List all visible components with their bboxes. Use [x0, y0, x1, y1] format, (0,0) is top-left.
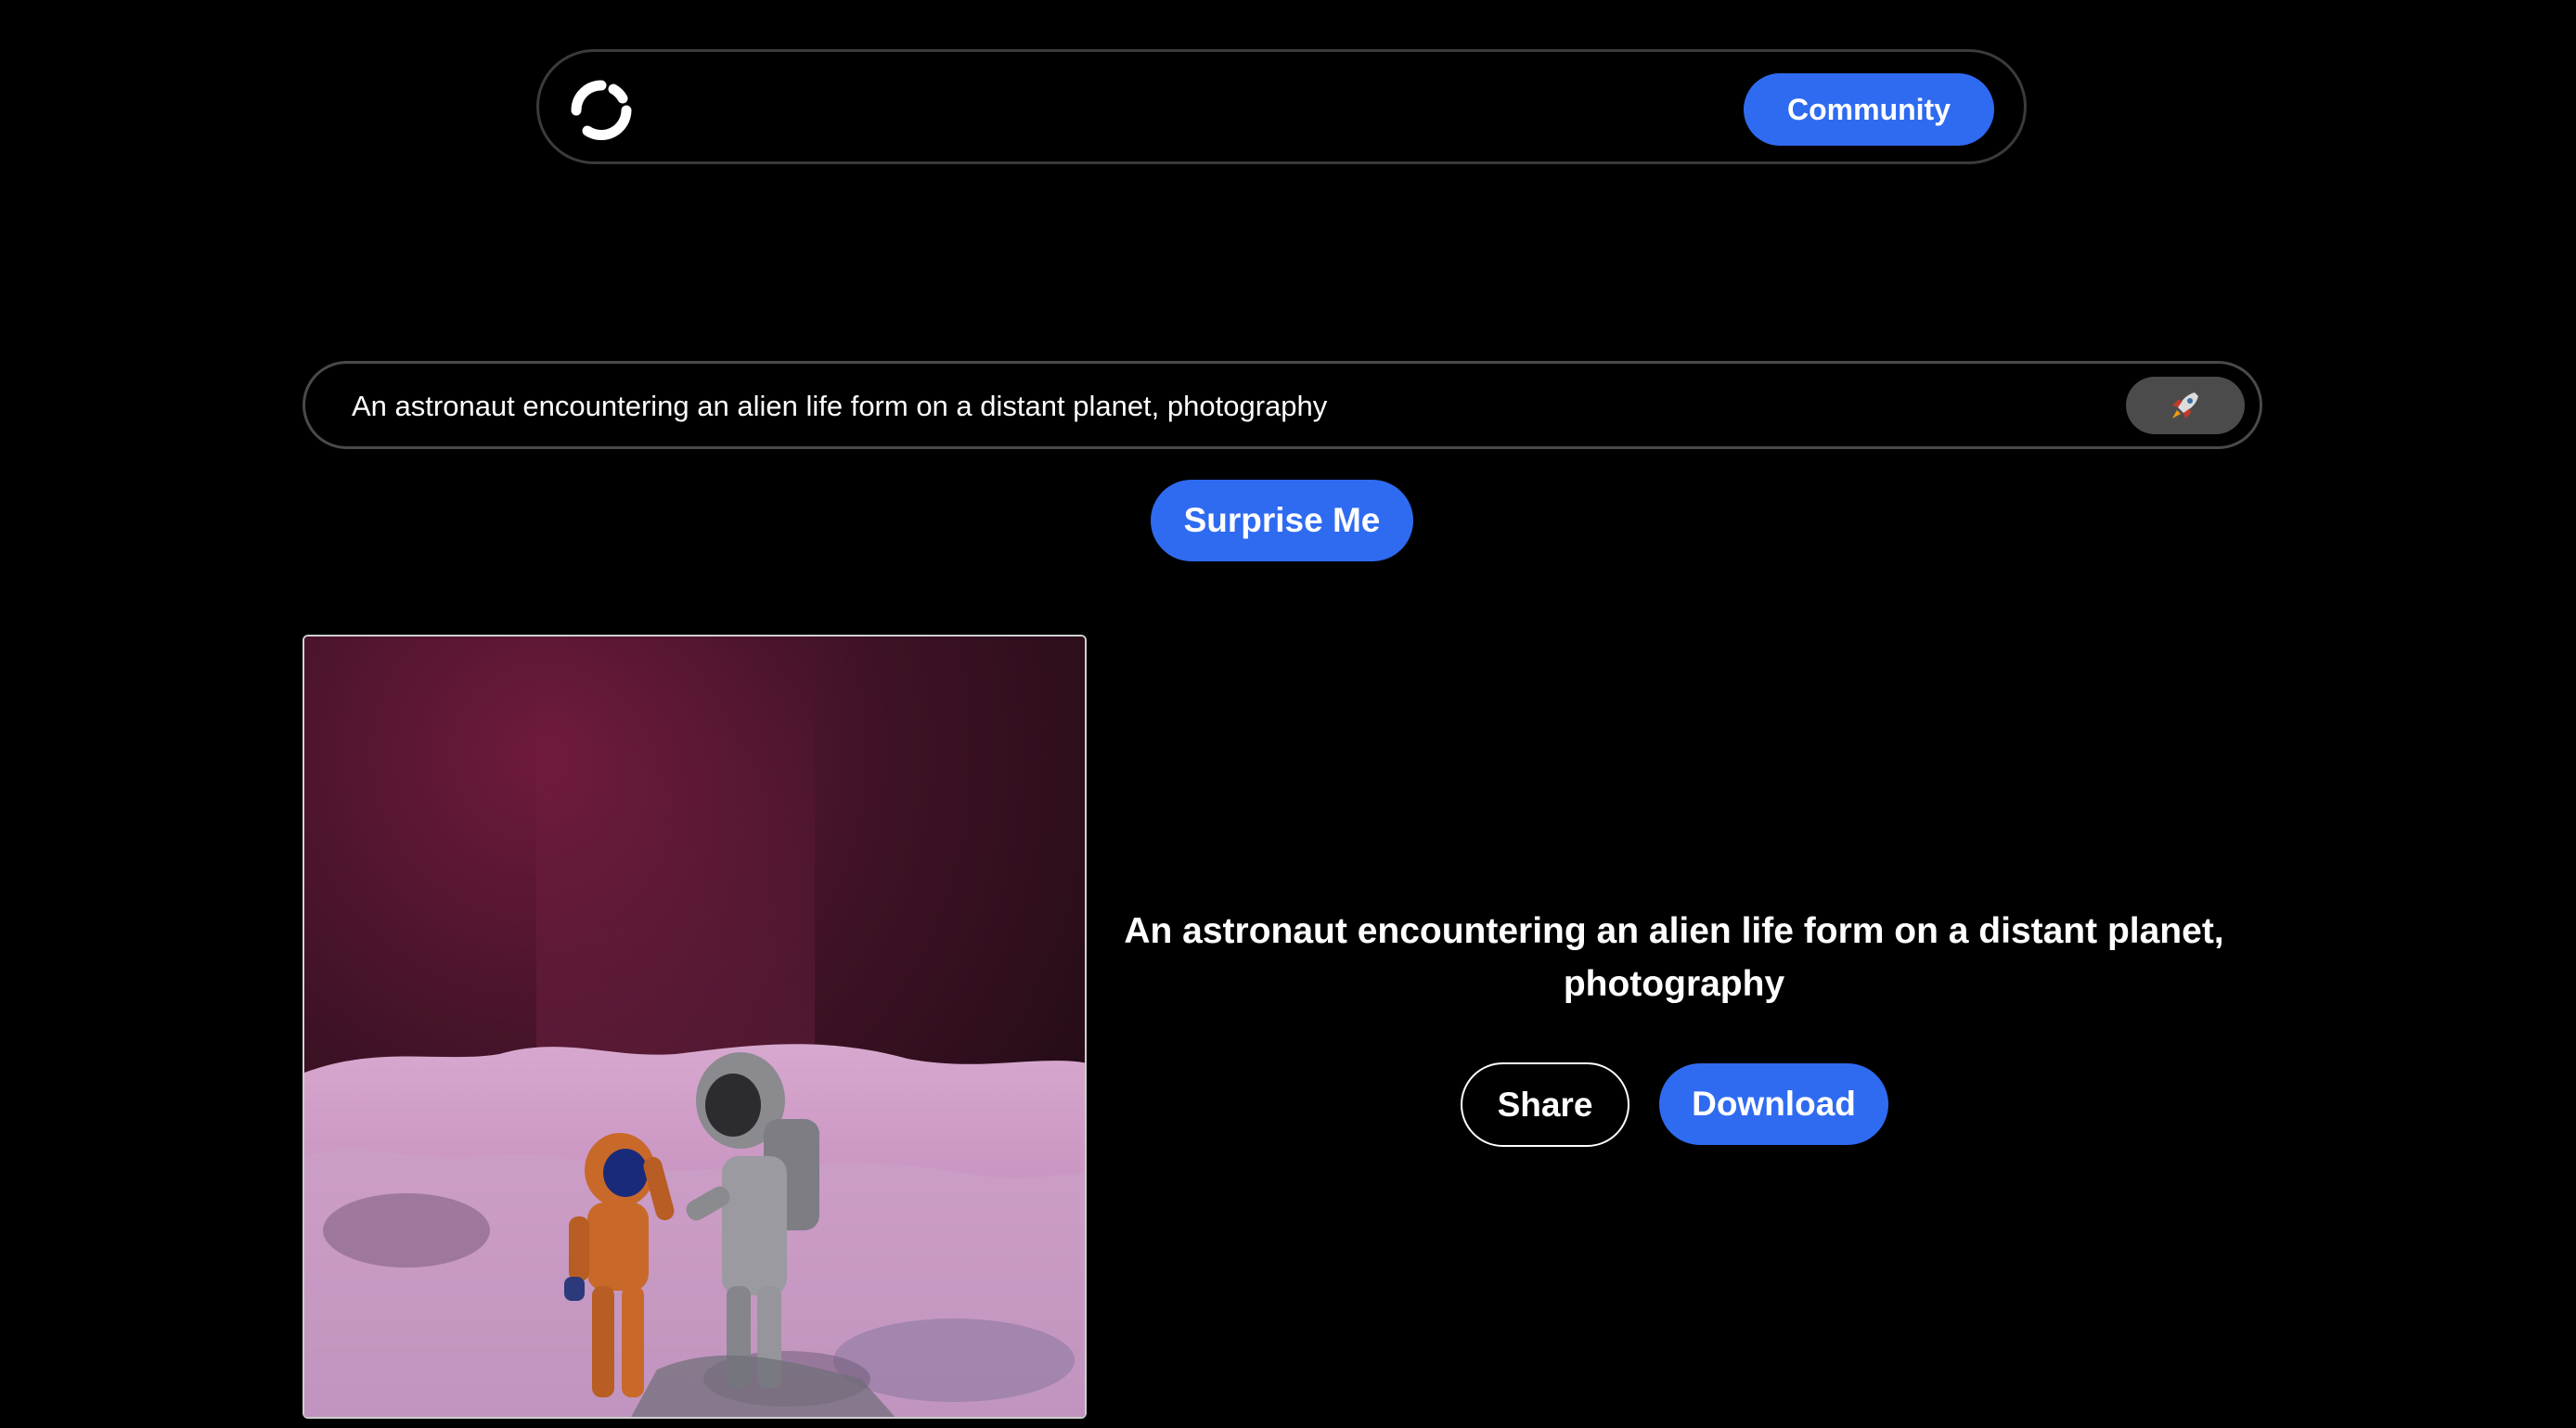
prompt-input[interactable] [350, 364, 2117, 448]
prompt-input-container [303, 361, 2262, 449]
image-caption: An astronaut encountering an alien life … [1124, 911, 2224, 1004]
community-button[interactable]: Community [1744, 73, 1994, 146]
surprise-me-button[interactable]: Surprise Me [1151, 480, 1413, 561]
share-button[interactable]: Share [1461, 1062, 1629, 1147]
rocket-icon [2172, 392, 2198, 418]
logo-icon[interactable] [569, 78, 634, 143]
top-nav-bar: Community [536, 49, 2027, 164]
generate-button[interactable] [2126, 377, 2245, 434]
download-button[interactable]: Download [1659, 1063, 1888, 1145]
generated-image [303, 635, 1087, 1419]
page: Community Surprise Me [0, 0, 2576, 1428]
